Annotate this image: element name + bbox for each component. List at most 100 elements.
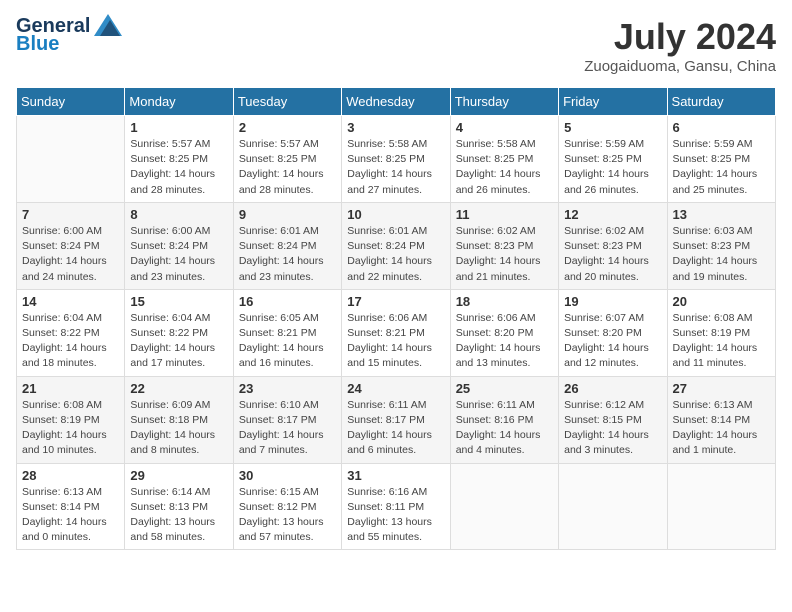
day-info: Sunrise: 6:16 AMSunset: 8:11 PMDaylight:… bbox=[347, 485, 444, 546]
calendar-cell: 22 Sunrise: 6:09 AMSunset: 8:18 PMDayligh… bbox=[125, 376, 233, 463]
day-info: Sunrise: 6:02 AMSunset: 8:23 PMDaylight:… bbox=[456, 224, 553, 285]
calendar-cell bbox=[667, 463, 775, 550]
calendar-day-header: Wednesday bbox=[342, 88, 450, 116]
calendar-week-row: 21 Sunrise: 6:08 AMSunset: 8:19 PMDayligh… bbox=[17, 376, 776, 463]
day-number: 21 bbox=[22, 381, 119, 396]
day-number: 30 bbox=[239, 468, 336, 483]
calendar-week-row: 14 Sunrise: 6:04 AMSunset: 8:22 PMDayligh… bbox=[17, 289, 776, 376]
calendar-cell: 21 Sunrise: 6:08 AMSunset: 8:19 PMDayligh… bbox=[17, 376, 125, 463]
calendar-cell: 10 Sunrise: 6:01 AMSunset: 8:24 PMDayligh… bbox=[342, 202, 450, 289]
day-number: 31 bbox=[347, 468, 444, 483]
calendar-cell: 24Sunrise: 6:11 AMSunset: 8:17 PMDayligh… bbox=[342, 376, 450, 463]
day-info: Sunrise: 6:00 AMSunset: 8:24 PMDaylight:… bbox=[22, 224, 119, 285]
day-number: 23 bbox=[239, 381, 336, 396]
day-number: 8 bbox=[130, 207, 227, 222]
calendar-cell: 31 Sunrise: 6:16 AMSunset: 8:11 PMDayligh… bbox=[342, 463, 450, 550]
title-section: July 2024 Zuogaiduoma, Gansu, China bbox=[584, 16, 776, 75]
day-info: Sunrise: 6:04 AMSunset: 8:22 PMDaylight:… bbox=[22, 311, 119, 372]
calendar-cell: 2Sunrise: 5:57 AMSunset: 8:25 PMDaylight… bbox=[233, 116, 341, 203]
day-number: 10 bbox=[347, 207, 444, 222]
calendar-day-header: Tuesday bbox=[233, 88, 341, 116]
day-info: Sunrise: 6:09 AMSunset: 8:18 PMDaylight:… bbox=[130, 398, 227, 459]
logo-icon bbox=[94, 14, 122, 36]
day-number: 20 bbox=[673, 294, 770, 309]
calendar-table: SundayMondayTuesdayWednesdayThursdayFrid… bbox=[16, 87, 776, 550]
day-info: Sunrise: 6:05 AMSunset: 8:21 PMDaylight:… bbox=[239, 311, 336, 372]
day-info: Sunrise: 6:07 AMSunset: 8:20 PMDaylight:… bbox=[564, 311, 661, 372]
day-info: Sunrise: 6:13 AMSunset: 8:14 PMDaylight:… bbox=[673, 398, 770, 459]
calendar-cell: 4 Sunrise: 5:58 AMSunset: 8:25 PMDaylight… bbox=[450, 116, 558, 203]
day-number: 27 bbox=[673, 381, 770, 396]
day-info: Sunrise: 5:57 AMSunset: 8:25 PMDaylight:… bbox=[130, 137, 227, 198]
calendar-cell bbox=[17, 116, 125, 203]
calendar-cell: 18 Sunrise: 6:06 AMSunset: 8:20 PMDayligh… bbox=[450, 289, 558, 376]
day-number: 29 bbox=[130, 468, 227, 483]
day-number: 11 bbox=[456, 207, 553, 222]
calendar-cell: 13 Sunrise: 6:03 AMSunset: 8:23 PMDayligh… bbox=[667, 202, 775, 289]
day-info: Sunrise: 6:03 AMSunset: 8:23 PMDaylight:… bbox=[673, 224, 770, 285]
calendar-cell bbox=[559, 463, 667, 550]
calendar-week-row: 7 Sunrise: 6:00 AMSunset: 8:24 PMDaylight… bbox=[17, 202, 776, 289]
day-number: 4 bbox=[456, 120, 553, 135]
calendar-cell: 8Sunrise: 6:00 AMSunset: 8:24 PMDaylight… bbox=[125, 202, 233, 289]
day-info: Sunrise: 6:12 AMSunset: 8:15 PMDaylight:… bbox=[564, 398, 661, 459]
day-info: Sunrise: 6:08 AMSunset: 8:19 PMDaylight:… bbox=[673, 311, 770, 372]
day-number: 3 bbox=[347, 120, 444, 135]
calendar-day-header: Sunday bbox=[17, 88, 125, 116]
day-info: Sunrise: 5:58 AMSunset: 8:25 PMDaylight:… bbox=[456, 137, 553, 198]
calendar-cell: 3 Sunrise: 5:58 AMSunset: 8:25 PMDaylight… bbox=[342, 116, 450, 203]
day-number: 17 bbox=[347, 294, 444, 309]
day-number: 28 bbox=[22, 468, 119, 483]
calendar-cell: 19 Sunrise: 6:07 AMSunset: 8:20 PMDayligh… bbox=[559, 289, 667, 376]
calendar-cell: 15 Sunrise: 6:04 AMSunset: 8:22 PMDayligh… bbox=[125, 289, 233, 376]
calendar-day-header: Monday bbox=[125, 88, 233, 116]
day-number: 5 bbox=[564, 120, 661, 135]
day-number: 18 bbox=[456, 294, 553, 309]
day-info: Sunrise: 6:06 AMSunset: 8:20 PMDaylight:… bbox=[456, 311, 553, 372]
day-info: Sunrise: 5:57 AMSunset: 8:25 PMDaylight:… bbox=[239, 137, 336, 198]
calendar-cell: 16 Sunrise: 6:05 AMSunset: 8:21 PMDayligh… bbox=[233, 289, 341, 376]
day-info: Sunrise: 6:01 AMSunset: 8:24 PMDaylight:… bbox=[239, 224, 336, 285]
day-number: 1 bbox=[130, 120, 227, 135]
day-number: 26 bbox=[564, 381, 661, 396]
day-number: 7 bbox=[22, 207, 119, 222]
day-info: Sunrise: 6:11 AMSunset: 8:16 PMDaylight:… bbox=[456, 398, 553, 459]
day-number: 14 bbox=[22, 294, 119, 309]
day-number: 13 bbox=[673, 207, 770, 222]
calendar-cell: 28 Sunrise: 6:13 AMSunset: 8:14 PMDayligh… bbox=[17, 463, 125, 550]
day-number: 22 bbox=[130, 381, 227, 396]
day-info: Sunrise: 6:11 AMSunset: 8:17 PMDaylight:… bbox=[347, 398, 444, 459]
day-info: Sunrise: 5:58 AMSunset: 8:25 PMDaylight:… bbox=[347, 137, 444, 198]
calendar-day-header: Thursday bbox=[450, 88, 558, 116]
day-info: Sunrise: 6:06 AMSunset: 8:21 PMDaylight:… bbox=[347, 311, 444, 372]
logo: General Blue bbox=[16, 16, 122, 54]
day-info: Sunrise: 6:10 AMSunset: 8:17 PMDaylight:… bbox=[239, 398, 336, 459]
day-info: Sunrise: 6:02 AMSunset: 8:23 PMDaylight:… bbox=[564, 224, 661, 285]
calendar-header-row: SundayMondayTuesdayWednesdayThursdayFrid… bbox=[17, 88, 776, 116]
calendar-day-header: Saturday bbox=[667, 88, 775, 116]
day-number: 16 bbox=[239, 294, 336, 309]
day-info: Sunrise: 6:13 AMSunset: 8:14 PMDaylight:… bbox=[22, 485, 119, 546]
calendar-week-row: 1 Sunrise: 5:57 AMSunset: 8:25 PMDaylight… bbox=[17, 116, 776, 203]
logo-blue: Blue bbox=[16, 33, 59, 55]
day-number: 15 bbox=[130, 294, 227, 309]
month-year-title: July 2024 bbox=[584, 16, 776, 58]
calendar-cell: 1 Sunrise: 5:57 AMSunset: 8:25 PMDaylight… bbox=[125, 116, 233, 203]
calendar-cell: 20 Sunrise: 6:08 AMSunset: 8:19 PMDayligh… bbox=[667, 289, 775, 376]
calendar-cell: 5 Sunrise: 5:59 AMSunset: 8:25 PMDaylight… bbox=[559, 116, 667, 203]
day-number: 6 bbox=[673, 120, 770, 135]
calendar-cell: 29Sunrise: 6:14 AMSunset: 8:13 PMDayligh… bbox=[125, 463, 233, 550]
day-info: Sunrise: 6:08 AMSunset: 8:19 PMDaylight:… bbox=[22, 398, 119, 459]
day-number: 19 bbox=[564, 294, 661, 309]
location-text: Zuogaiduoma, Gansu, China bbox=[584, 58, 776, 75]
calendar-cell: 25 Sunrise: 6:11 AMSunset: 8:16 PMDayligh… bbox=[450, 376, 558, 463]
day-info: Sunrise: 6:01 AMSunset: 8:24 PMDaylight:… bbox=[347, 224, 444, 285]
day-number: 12 bbox=[564, 207, 661, 222]
day-info: Sunrise: 6:04 AMSunset: 8:22 PMDaylight:… bbox=[130, 311, 227, 372]
day-info: Sunrise: 5:59 AMSunset: 8:25 PMDaylight:… bbox=[564, 137, 661, 198]
calendar-cell: 23 Sunrise: 6:10 AMSunset: 8:17 PMDayligh… bbox=[233, 376, 341, 463]
day-number: 25 bbox=[456, 381, 553, 396]
calendar-cell: 17 Sunrise: 6:06 AMSunset: 8:21 PMDayligh… bbox=[342, 289, 450, 376]
calendar-cell: 11 Sunrise: 6:02 AMSunset: 8:23 PMDayligh… bbox=[450, 202, 558, 289]
day-info: Sunrise: 5:59 AMSunset: 8:25 PMDaylight:… bbox=[673, 137, 770, 198]
